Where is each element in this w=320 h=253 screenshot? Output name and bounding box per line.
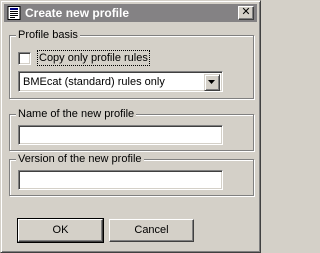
chevron-down-icon [208, 80, 215, 84]
profile-version-field[interactable] [18, 170, 223, 190]
title-bar[interactable]: Create new profile ✕ [4, 4, 257, 22]
ok-button[interactable]: OK [17, 218, 104, 243]
close-icon: ✕ [241, 6, 251, 18]
profile-basis-legend: Profile basis [16, 28, 80, 42]
copy-only-rules-label[interactable]: Copy only profile rules [37, 50, 150, 66]
dialog-title: Create new profile [25, 6, 130, 20]
profile-name-input[interactable] [21, 128, 220, 142]
dropdown-button[interactable] [204, 74, 220, 91]
profile-version-legend: Version of the new profile [16, 152, 144, 166]
profile-name-field[interactable] [18, 125, 223, 145]
profile-name-legend: Name of the new profile [16, 107, 137, 121]
ruleset-select-value: BMEcat (standard) rules only [23, 76, 165, 88]
ruleset-select[interactable]: BMEcat (standard) rules only [18, 71, 223, 92]
form-icon [7, 6, 21, 20]
close-button[interactable]: ✕ [238, 6, 254, 20]
profile-version-input[interactable] [21, 173, 220, 187]
create-profile-dialog: Create new profile ✕ Profile basis Copy … [0, 0, 261, 253]
cancel-button[interactable]: Cancel [109, 219, 194, 242]
copy-only-rules-checkbox[interactable] [18, 52, 31, 65]
